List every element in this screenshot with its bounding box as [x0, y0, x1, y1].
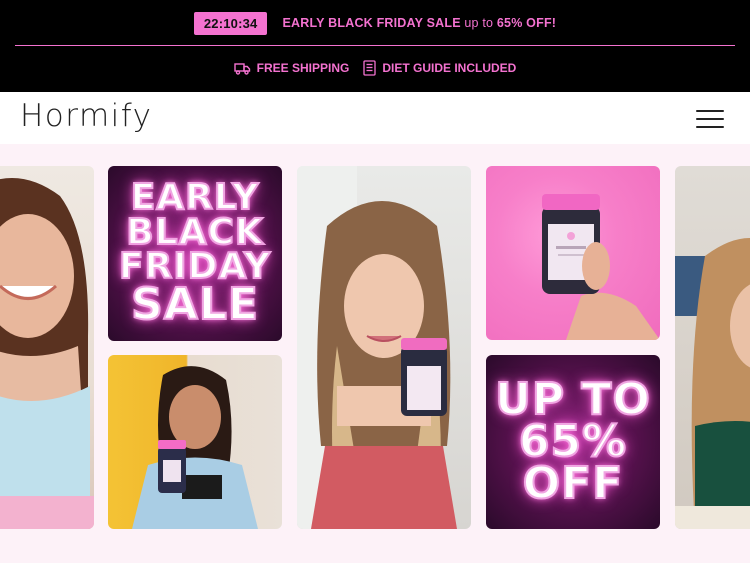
announcement-bar: 22:10:34 EARLY BLACK FRIDAY SALE up to 6…	[0, 0, 750, 92]
discount-graphic-tile: UP TO 65% OFF	[486, 355, 660, 529]
promo-connector: up to	[460, 16, 497, 30]
promo-title: EARLY BLACK FRIDAY SALE	[282, 16, 461, 30]
countdown-timer: 22:10:34	[193, 11, 268, 35]
truck-icon	[233, 62, 251, 75]
discount-line: OFF	[522, 457, 624, 509]
perks-row: FREE SHIPPING DIET GUIDE INCLUDED	[0, 58, 750, 78]
promo-gallery: EARLY BLACK FRIDAY SALE UP TO 65% OFF	[0, 144, 750, 544]
sale-graphic-tile: EARLY BLACK FRIDAY SALE	[108, 166, 282, 341]
perk-label: DIET GUIDE INCLUDED	[382, 61, 517, 75]
promo-discount: 65% OFF!	[496, 16, 557, 30]
sale-line: SALE	[130, 278, 259, 330]
site-header: Hormify	[0, 92, 750, 144]
hamburger-menu-icon[interactable]	[696, 110, 724, 128]
sale-line: EARLY	[130, 177, 260, 219]
photo-woman-blue-top	[0, 166, 94, 529]
discount-line: 65%	[518, 416, 628, 468]
discount-line: UP TO	[494, 374, 651, 426]
promo-row: 22:10:34 EARLY BLACK FRIDAY SALE up to 6…	[0, 11, 750, 35]
perk-diet-guide: DIET GUIDE INCLUDED	[363, 60, 516, 76]
photo-bottle-pink-fur	[486, 166, 660, 340]
sale-line: BLACK	[125, 211, 264, 253]
brand-logo[interactable]: Hormify	[20, 98, 153, 134]
photo-woman-green-top	[675, 166, 750, 529]
guide-icon	[363, 60, 376, 76]
perk-label: FREE SHIPPING	[256, 61, 350, 75]
perk-free-shipping: FREE SHIPPING	[233, 61, 350, 75]
photo-woman-holding-bottle	[297, 166, 471, 529]
announcement-divider	[15, 45, 735, 46]
promo-text[interactable]: EARLY BLACK FRIDAY SALE up to 65% OFF!	[282, 16, 556, 30]
photo-woman-yellow-wall	[108, 355, 282, 529]
